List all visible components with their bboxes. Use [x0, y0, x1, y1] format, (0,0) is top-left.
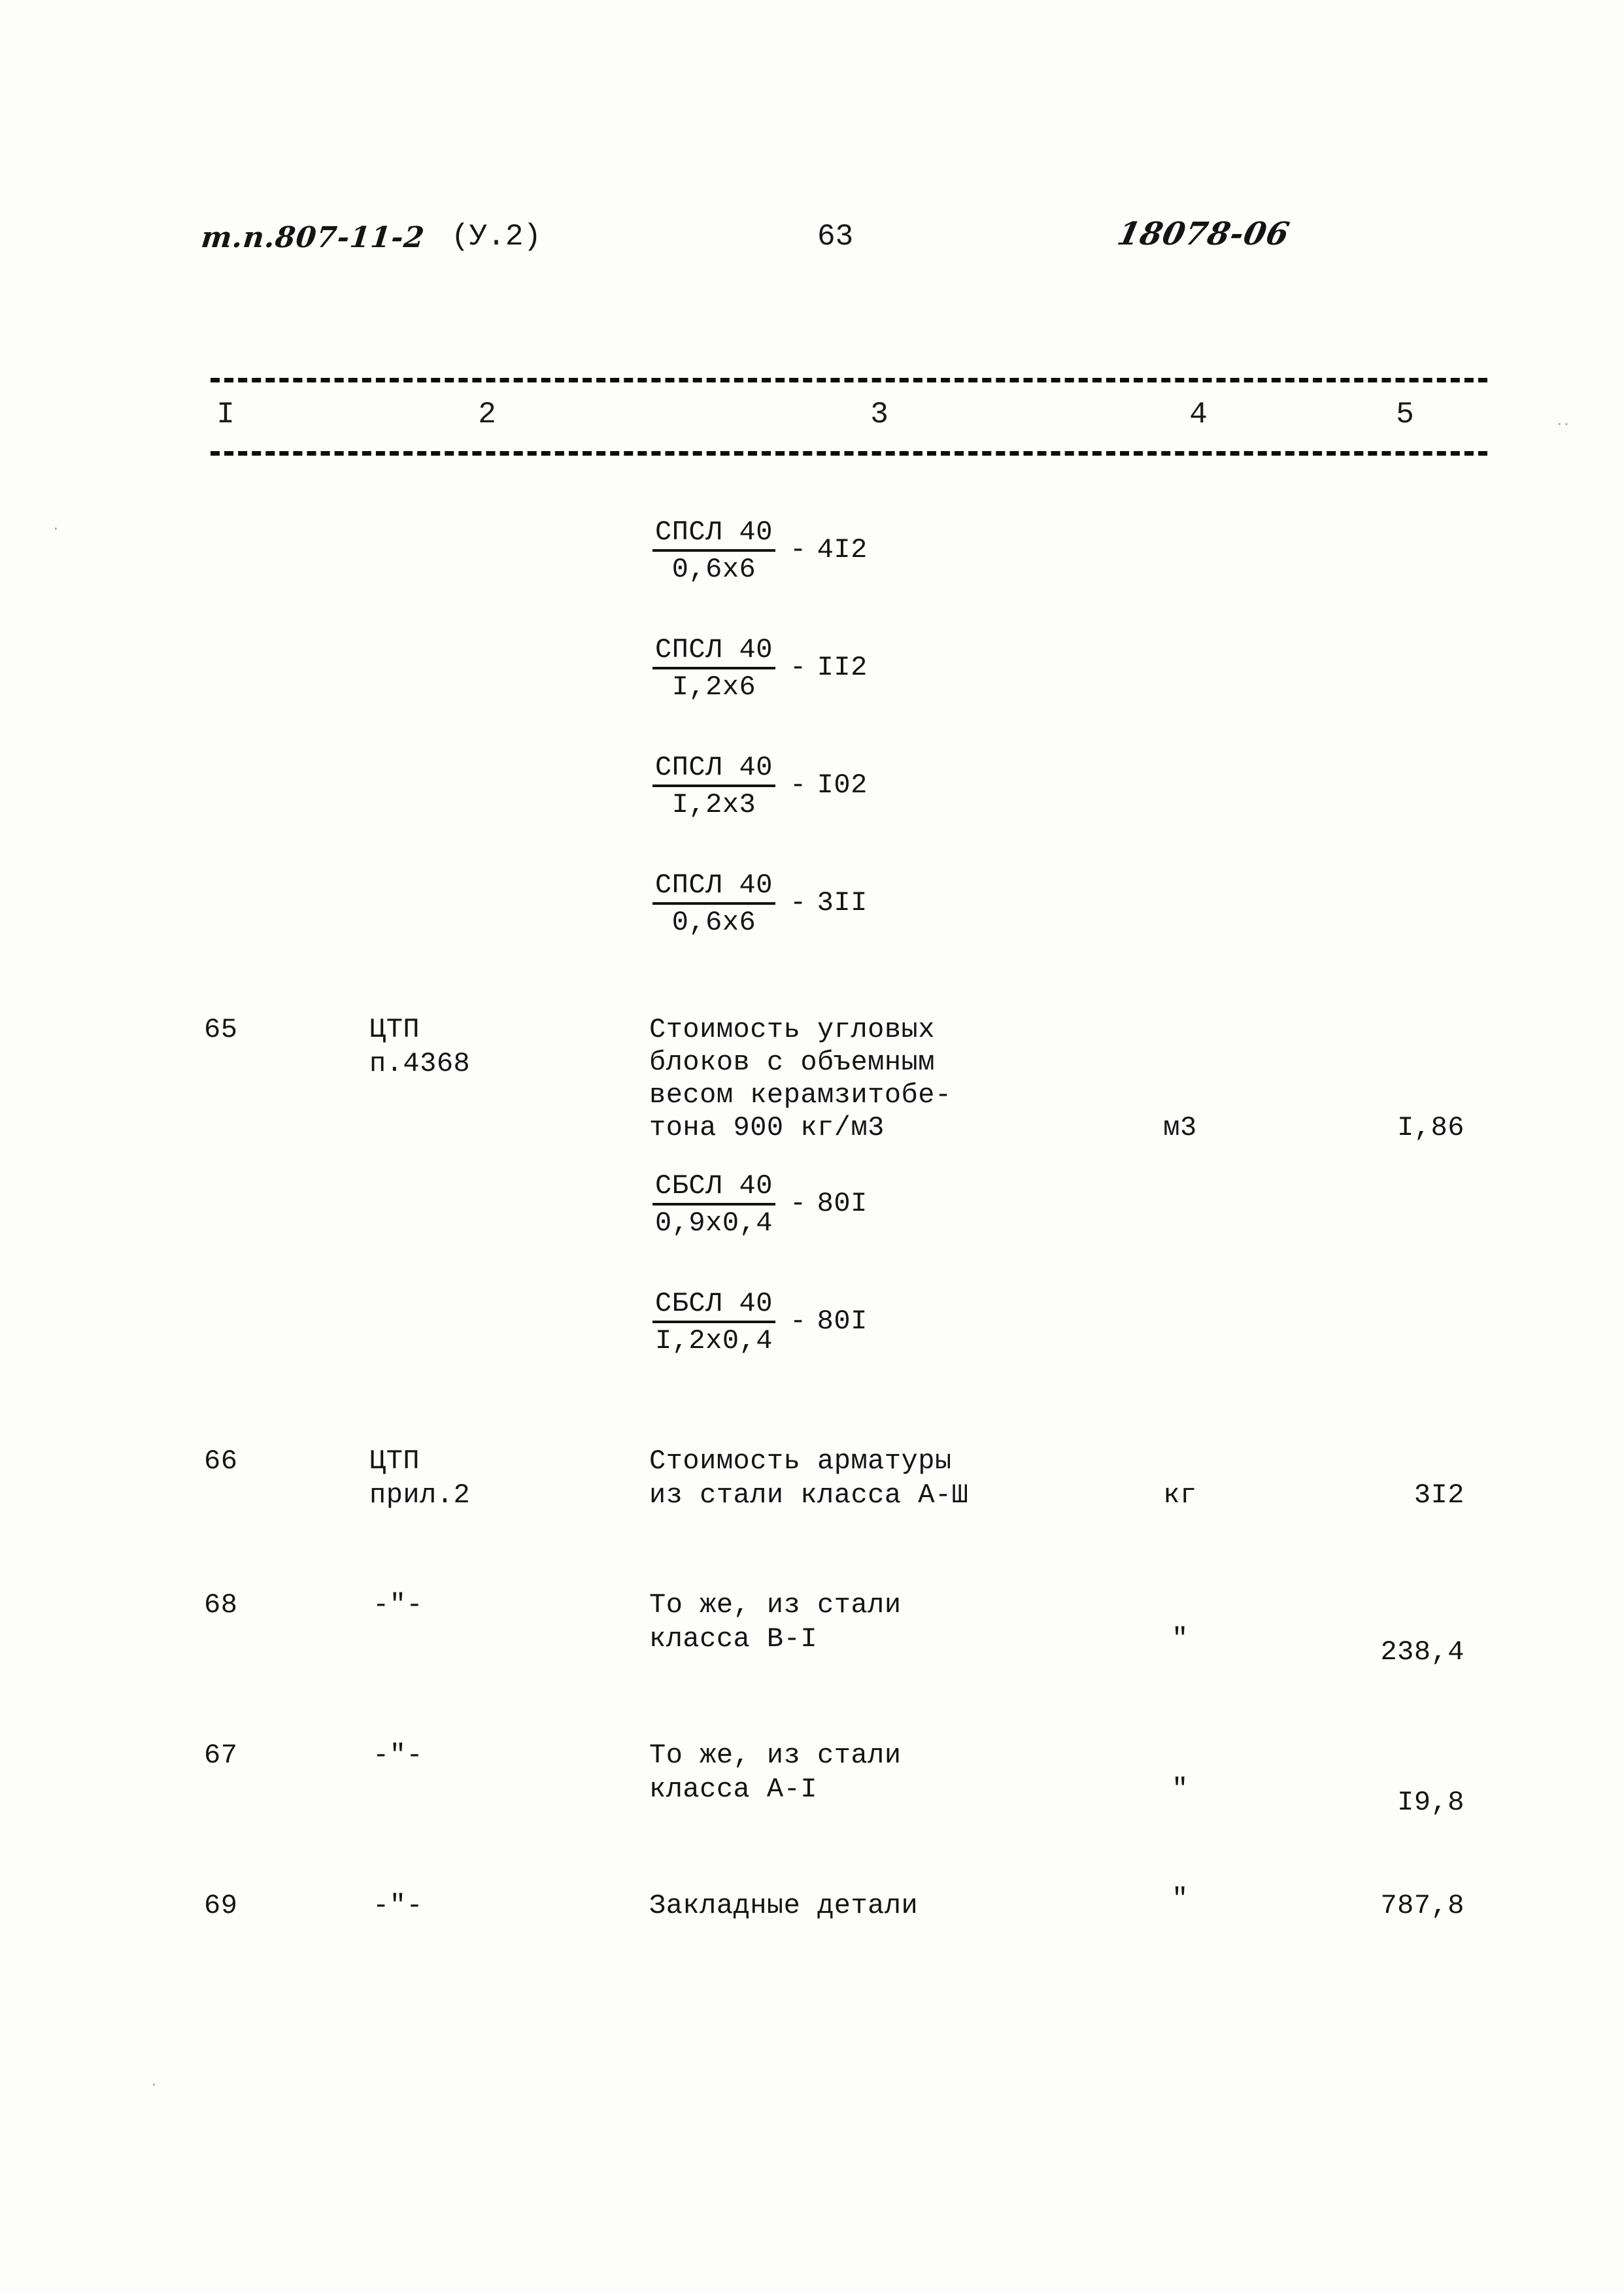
page-number: 63 [817, 220, 854, 254]
table-row-number: 66 [204, 1445, 238, 1477]
table-row-desc-line: Стоимость угловых [649, 1014, 935, 1045]
table-row-unit: " [1172, 1883, 1189, 1915]
table-row-desc-line: Стоимость арматуры [649, 1445, 952, 1477]
formula-value: 80I [817, 1306, 868, 1337]
table-row-desc-line: блоков с объемным [649, 1047, 935, 1078]
table-row-code-line1: -"- [373, 1890, 424, 1921]
formula-denominator: I,2х6 [671, 671, 756, 703]
table-row-desc-line: Закладные детали [649, 1890, 919, 1921]
table-row-desc-line: класса В-I [649, 1623, 818, 1655]
project-code-suffix: (У.2) [451, 220, 542, 254]
table-row-quantity: I9,8 [1397, 1787, 1464, 1818]
formula-value: 3II [817, 887, 868, 919]
formula-numerator: СПСЛ 40 [652, 752, 775, 787]
formula-numerator: СПСЛ 40 [652, 516, 775, 552]
formula-value: 4I2 [817, 534, 868, 565]
formula-block: СПСЛ 40 0,6х6 - 4I2 [652, 516, 868, 586]
table-row-code-line2: п.4368 [369, 1048, 471, 1079]
formula-block: СБСЛ 40 0,9х0,4 - 80I [652, 1170, 868, 1240]
table-row-quantity: 238,4 [1380, 1636, 1464, 1668]
table-rule-bottom [211, 451, 1487, 456]
formula-numerator: СБСЛ 40 [652, 1170, 775, 1206]
formula-block: СПСЛ 40 I,2х6 - II2 [652, 634, 868, 703]
table-row-number: 69 [204, 1890, 238, 1921]
table-row-quantity: 787,8 [1380, 1890, 1464, 1921]
table-row-number: 65 [204, 1014, 238, 1045]
table-row-number: 68 [204, 1589, 238, 1621]
column-header-3: 3 [870, 397, 888, 431]
formula-value: I02 [817, 769, 868, 801]
project-code-handwritten: т.п.807-11-2 [199, 221, 427, 254]
formula-denominator: 0,6х6 [671, 907, 756, 938]
scan-artifact: ·· [1556, 418, 1570, 431]
formula-value: II2 [817, 652, 868, 683]
table-row-code-line1: ЦТП [369, 1445, 420, 1477]
column-header-2: 2 [478, 397, 496, 431]
formula-block: СПСЛ 40 I,2х3 - I02 [652, 752, 868, 821]
formula-block: СПСЛ 40 0,6х6 - 3II [652, 869, 868, 939]
table-row-desc-line: из стали класса А-Ш [649, 1479, 969, 1511]
formula-block: СБСЛ 40 I,2х0,4 - 80I [652, 1288, 868, 1357]
table-row-desc-line: класса А-I [649, 1774, 818, 1805]
document-number-handwritten: 18078-06 [1114, 216, 1293, 252]
table-row-desc-line: То же, из стали [649, 1589, 902, 1621]
table-row-code-line2: прил.2 [369, 1479, 471, 1511]
table-row-unit: кг [1163, 1479, 1197, 1511]
formula-separator: - [789, 887, 807, 919]
table-row-unit: м3 [1163, 1112, 1197, 1143]
column-header-1: I [216, 397, 235, 431]
formula-denominator: I,2х3 [671, 789, 756, 820]
formula-numerator: СБСЛ 40 [652, 1288, 775, 1323]
table-row-quantity: I,86 [1397, 1112, 1464, 1143]
table-row-unit: " [1172, 1774, 1189, 1805]
table-row-code-line1: -"- [373, 1740, 424, 1771]
table-row-desc-line: тона 900 кг/м3 [649, 1112, 885, 1143]
formula-separator: - [789, 1188, 807, 1219]
formula-separator: - [789, 534, 807, 565]
formula-denominator: I,2х0,4 [655, 1325, 773, 1357]
formula-value: 80I [817, 1188, 868, 1219]
table-row-quantity: 3I2 [1413, 1479, 1464, 1511]
scan-artifact: · [52, 523, 59, 536]
formula-numerator: СПСЛ 40 [652, 634, 775, 669]
formula-denominator: 0,9х0,4 [655, 1207, 773, 1239]
formula-denominator: 0,6х6 [671, 554, 756, 585]
table-row-desc-line: То же, из стали [649, 1740, 902, 1771]
column-header-4: 4 [1189, 397, 1208, 431]
table-row-number: 67 [204, 1740, 238, 1771]
formula-numerator: СПСЛ 40 [652, 869, 775, 905]
table-rule-top [211, 378, 1487, 382]
table-row-code-line1: ЦТП [369, 1014, 420, 1045]
document-page: т.п.807-11-2 (У.2) 63 18078-06 I 2 3 4 5… [0, 0, 1624, 2294]
table-row-unit: " [1172, 1623, 1189, 1655]
scan-artifact: · [150, 2079, 158, 2092]
column-header-5: 5 [1396, 397, 1414, 431]
table-row-desc-line: весом керамзитобе- [649, 1079, 952, 1111]
formula-separator: - [789, 1306, 807, 1337]
table-row-code-line1: -"- [373, 1589, 424, 1621]
formula-separator: - [789, 652, 807, 683]
formula-separator: - [789, 769, 807, 801]
